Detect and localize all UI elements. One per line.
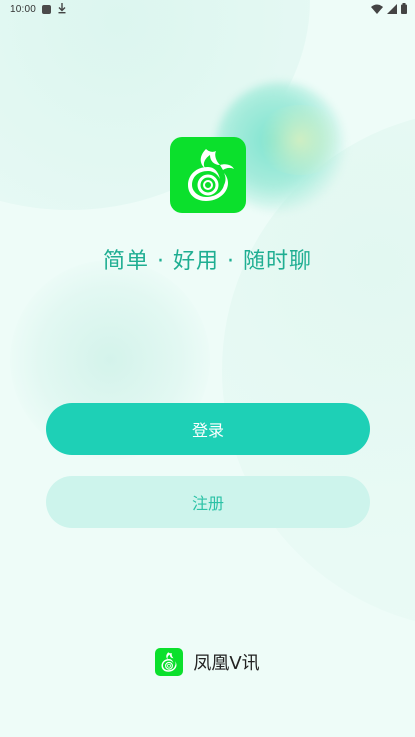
- login-button[interactable]: 登录: [46, 403, 370, 455]
- download-icon: [58, 3, 66, 17]
- background-blob-yellow: [255, 105, 345, 175]
- app-logo: [170, 137, 246, 213]
- signal-icon: [387, 3, 397, 17]
- status-bar: 10:00: [0, 0, 415, 20]
- background: [0, 0, 415, 737]
- notification-square-icon: [42, 5, 51, 14]
- brand-footer: 凤凰V讯: [0, 648, 415, 676]
- status-icons: [371, 3, 407, 17]
- battery-icon: [401, 3, 407, 17]
- brand-name: 凤凰V讯: [193, 653, 260, 674]
- phoenix-logo-icon: [188, 149, 234, 201]
- slogan: 简单 · 好用 · 随时聊: [103, 249, 312, 274]
- register-button[interactable]: 注册: [46, 476, 370, 528]
- wifi-icon: [371, 4, 383, 17]
- brand-logo-icon: [155, 648, 184, 676]
- status-time: 10:00: [10, 4, 37, 15]
